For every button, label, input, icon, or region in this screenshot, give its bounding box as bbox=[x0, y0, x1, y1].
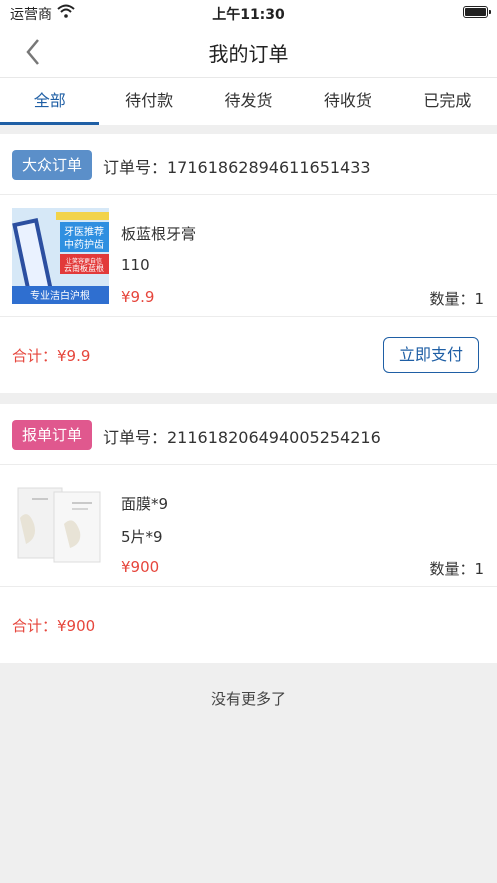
nav-bar: 我的订单 bbox=[0, 26, 497, 77]
product-quantity: 数量：1 bbox=[429, 560, 484, 578]
order-total: 合计：¥900 bbox=[12, 617, 96, 635]
product-spec: 110 bbox=[121, 256, 150, 274]
page-title: 我的订单 bbox=[208, 42, 289, 66]
tab-pending-shipment[interactable]: 待发货 bbox=[199, 78, 298, 125]
order-footer: 合计：¥900 bbox=[0, 587, 497, 663]
clock: 上午11:30 bbox=[212, 7, 285, 23]
product-row[interactable]: 牙医推荐 中药护齿 让笑容更自信 云南板蓝根 专业洁白沪根 板蓝根牙膏 110 … bbox=[0, 195, 497, 317]
order-footer: 合计：¥9.9 立即支付 bbox=[0, 317, 497, 393]
no-more-label: 没有更多了 bbox=[210, 690, 286, 708]
product-image bbox=[12, 478, 109, 574]
product-price: ¥9.9 bbox=[121, 288, 155, 306]
product-image: 牙医推荐 中药护齿 让笑容更自信 云南板蓝根 专业洁白沪根 bbox=[12, 208, 109, 304]
svg-text:云南板蓝根: 云南板蓝根 bbox=[64, 263, 104, 273]
order-number: 订单号：17161862894611651433 bbox=[103, 158, 371, 177]
product-name: 面膜*9 bbox=[121, 495, 169, 513]
order-header: 报单订单 订单号：211618206494005254216 bbox=[0, 404, 497, 465]
product-price: ¥900 bbox=[121, 558, 160, 576]
battery-icon bbox=[463, 6, 491, 18]
order-type-badge: 大众订单 bbox=[12, 150, 93, 180]
order-type-badge: 报单订单 bbox=[12, 420, 93, 450]
tab-pending-receipt[interactable]: 待收货 bbox=[298, 78, 397, 125]
order-header: 大众订单 订单号：17161862894611651433 bbox=[0, 134, 497, 195]
svg-text:专业洁白沪根: 专业洁白沪根 bbox=[30, 289, 90, 302]
order-number: 订单号：211618206494005254216 bbox=[103, 428, 381, 447]
order-card[interactable]: 报单订单 订单号：211618206494005254216 面膜*9 5片*9… bbox=[0, 404, 497, 663]
order-total: 合计：¥9.9 bbox=[12, 347, 91, 365]
order-tabs: 全部 待付款 待发货 待收货 已完成 bbox=[0, 77, 497, 125]
order-card[interactable]: 大众订单 订单号：17161862894611651433 牙医推荐 中药护齿 … bbox=[0, 134, 497, 393]
tab-all[interactable]: 全部 bbox=[0, 78, 100, 125]
pay-now-button[interactable]: 立即支付 bbox=[383, 337, 479, 373]
product-spec: 5片*9 bbox=[121, 528, 163, 546]
product-quantity: 数量：1 bbox=[429, 290, 484, 308]
tab-pending-payment[interactable]: 待付款 bbox=[99, 78, 198, 125]
tab-completed[interactable]: 已完成 bbox=[398, 78, 497, 125]
product-row[interactable]: 面膜*9 5片*9 ¥900 数量：1 bbox=[0, 465, 497, 587]
svg-text:牙医推荐: 牙医推荐 bbox=[64, 225, 104, 238]
svg-text:中药护齿: 中药护齿 bbox=[64, 238, 104, 251]
product-name: 板蓝根牙膏 bbox=[121, 225, 197, 243]
status-bar: 运营商 上午11:30 bbox=[0, 0, 497, 26]
